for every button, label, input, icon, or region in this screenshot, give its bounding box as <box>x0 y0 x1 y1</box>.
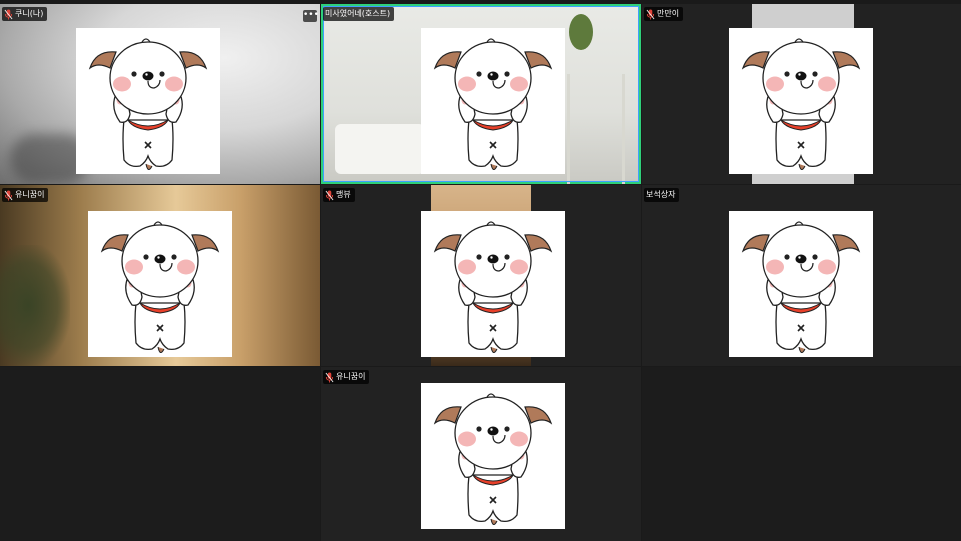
participant-name-tag: 미사였어녜(호스트) <box>323 7 395 21</box>
participant-name: 보석상자 <box>646 190 676 199</box>
participant-name: 쿠니(나) <box>15 9 44 18</box>
video-tile-4[interactable]: 유니꿈이 <box>0 185 320 366</box>
participant-name: 맹뷰 <box>336 190 351 199</box>
participant-name-tag: 만만이 <box>644 7 684 21</box>
participant-name: 만만이 <box>657 9 680 18</box>
video-tile-3[interactable]: 만만이 <box>642 4 961 184</box>
participant-name-tag: 보석상자 <box>644 188 680 202</box>
participant-name-tag: 쿠니(나) <box>2 7 48 21</box>
participant-name-tag: 유니꿈이 <box>323 370 370 384</box>
mic-muted-icon <box>325 190 334 201</box>
participant-name: 미사였어녜(호스트) <box>325 9 391 18</box>
avatar-image <box>76 28 220 174</box>
participant-name-tag: 유니꿈이 <box>2 188 49 202</box>
mic-muted-icon <box>4 9 13 20</box>
background-plant <box>569 14 593 50</box>
avatar-image <box>421 28 565 174</box>
video-tile-1[interactable]: 쿠니(나) ••• <box>0 4 320 184</box>
avatar-image <box>88 211 232 357</box>
empty-grid-area-left <box>0 367 320 541</box>
mic-muted-icon <box>4 190 13 201</box>
participant-name-tag: 맹뷰 <box>323 188 355 202</box>
background-plant <box>0 245 70 366</box>
avatar-image <box>421 211 565 357</box>
avatar-image <box>729 28 873 174</box>
mic-muted-icon <box>325 372 334 383</box>
background-shelf <box>567 74 625 184</box>
participant-name: 유니꿈이 <box>15 190 45 199</box>
avatar-image <box>421 383 565 529</box>
background-sofa <box>335 124 425 174</box>
video-tile-7[interactable]: 유니꿈이 <box>321 367 641 541</box>
participant-name: 유니꿈이 <box>336 372 366 381</box>
video-tile-2[interactable]: 미사였어녜(호스트) <box>321 4 641 184</box>
video-tile-6[interactable]: 보석상자 <box>642 185 961 366</box>
empty-grid-area-right <box>642 367 961 541</box>
mic-muted-icon <box>646 9 655 20</box>
more-options-button[interactable]: ••• <box>303 10 319 22</box>
video-tile-5[interactable]: 맹뷰 <box>321 185 641 366</box>
avatar-image <box>729 211 873 357</box>
